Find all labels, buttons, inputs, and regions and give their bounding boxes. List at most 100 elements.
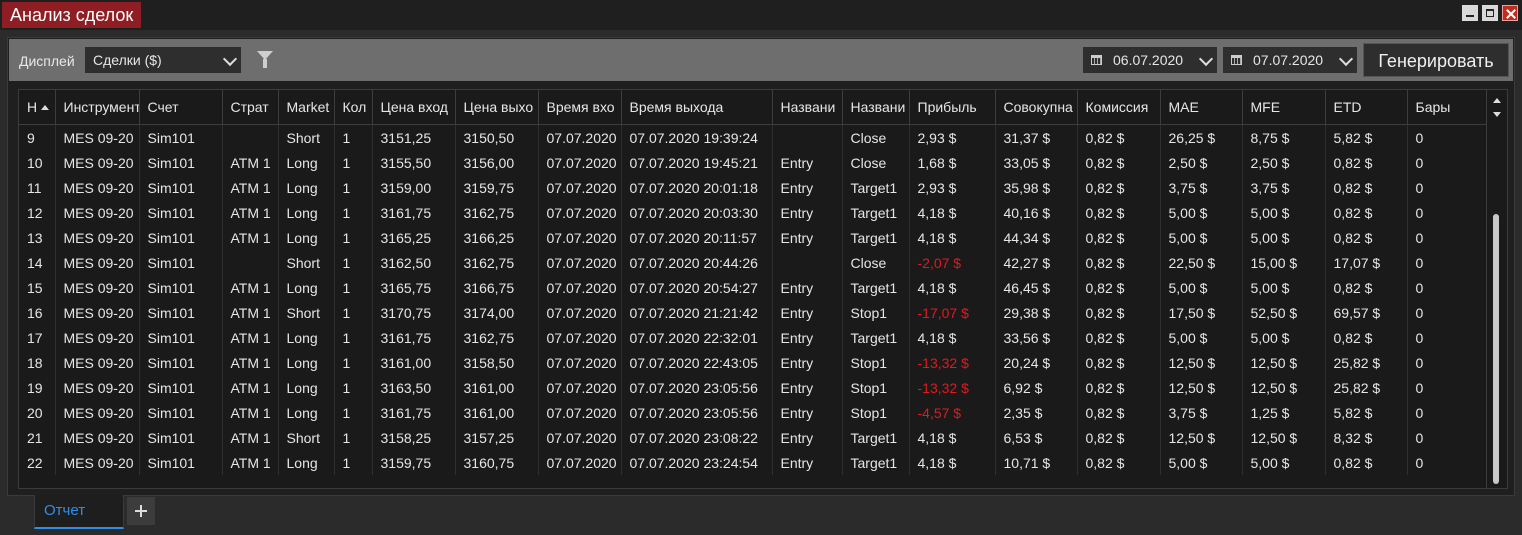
table-cell: -13,32 $ [909, 350, 996, 375]
sort-ascending-icon [41, 105, 50, 110]
table-cell: 0,82 $ [1077, 350, 1161, 375]
column-header[interactable]: Совокупна [995, 90, 1078, 125]
date-to-picker[interactable]: 07.07.2020 [1223, 47, 1357, 73]
table-cell: 07.07.2020 [538, 400, 622, 425]
table-cell: 42,27 $ [995, 250, 1078, 275]
table-cell: 0 [1407, 150, 1489, 175]
table-row[interactable]: 14 MES 09-20 Sim101 Short 1 3162,50 3162,75 07.… [19, 250, 1489, 275]
column-header[interactable]: Market [278, 90, 335, 125]
vertical-scrollbar[interactable] [1486, 90, 1507, 488]
table-row[interactable]: 15 MES 09-20 Sim101 ATM 1 Long 1 3165,75 3166,7… [19, 275, 1489, 300]
table-row[interactable]: 11 MES 09-20 Sim101 ATM 1 Long 1 3159,00 3159,7… [19, 175, 1489, 200]
column-header[interactable]: Кол [334, 90, 373, 125]
column-header[interactable]: Время выхода [621, 90, 773, 125]
table-cell: Long [278, 375, 335, 400]
table-row[interactable]: 13 MES 09-20 Sim101 ATM 1 Long 1 3165,25 3166,2… [19, 225, 1489, 250]
table-cell: 5,00 $ [1160, 275, 1243, 300]
column-header[interactable]: Комиссия [1077, 90, 1161, 125]
column-header[interactable]: MAE [1160, 90, 1243, 125]
scroll-down-icon[interactable] [1493, 112, 1501, 117]
table-cell: 46,45 $ [995, 275, 1078, 300]
column-header[interactable]: Н [19, 90, 56, 125]
table-cell: 3,75 $ [1242, 175, 1326, 200]
column-header[interactable]: Цена выхо [455, 90, 539, 125]
chevron-down-icon [222, 51, 238, 67]
column-header[interactable]: MFE [1242, 90, 1326, 125]
table-cell: 69,57 $ [1325, 300, 1408, 325]
table-row[interactable]: 12 MES 09-20 Sim101 ATM 1 Long 1 3161,75 3162,7… [19, 200, 1489, 225]
table-row[interactable]: 20 MES 09-20 Sim101 ATM 1 Long 1 3161,75 3161,0… [19, 400, 1489, 425]
scroll-thumb[interactable] [1493, 214, 1499, 484]
table-cell: 1 [334, 300, 373, 325]
column-header[interactable]: Бары [1407, 90, 1489, 125]
column-header[interactable]: Время вхо [538, 90, 622, 125]
table-cell: 26,25 $ [1160, 124, 1243, 150]
table-cell: 22 [19, 450, 56, 475]
column-header[interactable]: ETD [1325, 90, 1408, 125]
table-cell: Sim101 [139, 400, 223, 425]
table-cell: 0 [1407, 425, 1489, 450]
column-header[interactable]: Названи [772, 90, 843, 125]
table-cell: 07.07.2020 [538, 124, 622, 150]
add-tab-icon[interactable] [127, 497, 155, 525]
table-row[interactable]: 16 MES 09-20 Sim101 ATM 1 Short 1 3170,75 3174,… [19, 300, 1489, 325]
filter-icon[interactable] [257, 51, 273, 68]
generate-button[interactable]: Генерировать [1363, 43, 1509, 77]
column-header[interactable]: Названи [842, 90, 910, 125]
table-cell: 1 [334, 450, 373, 475]
table-cell: Entry [772, 150, 843, 175]
maximize-icon[interactable] [1482, 5, 1498, 21]
table-cell: 0 [1407, 124, 1489, 150]
table-cell: 19 [19, 375, 56, 400]
table-cell: Short [278, 124, 335, 150]
display-select[interactable]: Сделки ($) [85, 47, 241, 73]
table-cell: 3161,75 [372, 325, 456, 350]
table-cell: Sim101 [139, 225, 223, 250]
table-row[interactable]: 18 MES 09-20 Sim101 ATM 1 Long 1 3161,00 3158,5… [19, 350, 1489, 375]
table-cell: 07.07.2020 23:08:22 [621, 425, 773, 450]
column-header[interactable]: Прибыль [909, 90, 996, 125]
table-cell: 07.07.2020 [538, 175, 622, 200]
display-label: Дисплей [19, 53, 75, 69]
minimize-icon[interactable] [1462, 5, 1478, 21]
table-cell: Sim101 [139, 150, 223, 175]
tab-report[interactable]: Отчет [34, 495, 124, 529]
date-to-value: 07.07.2020 [1253, 52, 1324, 68]
table-cell: 0,82 $ [1077, 400, 1161, 425]
column-header[interactable]: Цена вход [372, 90, 456, 125]
table-cell: Sim101 [139, 300, 223, 325]
table-cell: 12,50 $ [1160, 350, 1243, 375]
table-row[interactable]: 19 MES 09-20 Sim101 ATM 1 Long 1 3163,50 3161,0… [19, 375, 1489, 400]
date-from-picker[interactable]: 06.07.2020 [1083, 47, 1217, 73]
table-cell: 3162,75 [455, 200, 539, 225]
table-cell: 3155,50 [372, 150, 456, 175]
scroll-up-icon[interactable] [1493, 98, 1501, 103]
table-row[interactable]: 17 MES 09-20 Sim101 ATM 1 Long 1 3161,75 3162,7… [19, 325, 1489, 350]
table-cell: Target1 [842, 175, 910, 200]
table-cell: 0,82 $ [1325, 200, 1408, 225]
calendar-icon [1091, 55, 1102, 65]
close-icon[interactable] [1502, 5, 1518, 21]
calendar-icon [1231, 55, 1242, 65]
table-cell: Entry [772, 175, 843, 200]
table-cell: Long [278, 175, 335, 200]
table-cell: 1 [334, 325, 373, 350]
table-row[interactable]: 10 MES 09-20 Sim101 ATM 1 Long 1 3155,50 3156,0… [19, 150, 1489, 175]
table-cell: 07.07.2020 [538, 425, 622, 450]
table-cell: 07.07.2020 [538, 225, 622, 250]
column-header-label: MAE [1168, 99, 1199, 115]
column-header[interactable]: Инструмент [55, 90, 140, 125]
table-cell: Entry [772, 225, 843, 250]
table-cell: 1 [334, 250, 373, 275]
table-cell: 5,00 $ [1160, 325, 1243, 350]
table-cell: 3161,00 [372, 350, 456, 375]
table-cell: 0,82 $ [1325, 275, 1408, 300]
table-cell [222, 250, 279, 275]
column-header[interactable]: Страт [222, 90, 279, 125]
table-row[interactable]: 21 MES 09-20 Sim101 ATM 1 Short 1 3158,25 3157,… [19, 425, 1489, 450]
table-cell: 0,82 $ [1077, 425, 1161, 450]
table-row[interactable]: 22 MES 09-20 Sim101 ATM 1 Long 1 3159,75 3160,7… [19, 450, 1489, 475]
table-cell: 07.07.2020 21:21:42 [621, 300, 773, 325]
table-row[interactable]: 9 MES 09-20 Sim101 Short 1 3151,25 3150,50 07.0… [19, 124, 1489, 150]
column-header[interactable]: Счет [139, 90, 223, 125]
